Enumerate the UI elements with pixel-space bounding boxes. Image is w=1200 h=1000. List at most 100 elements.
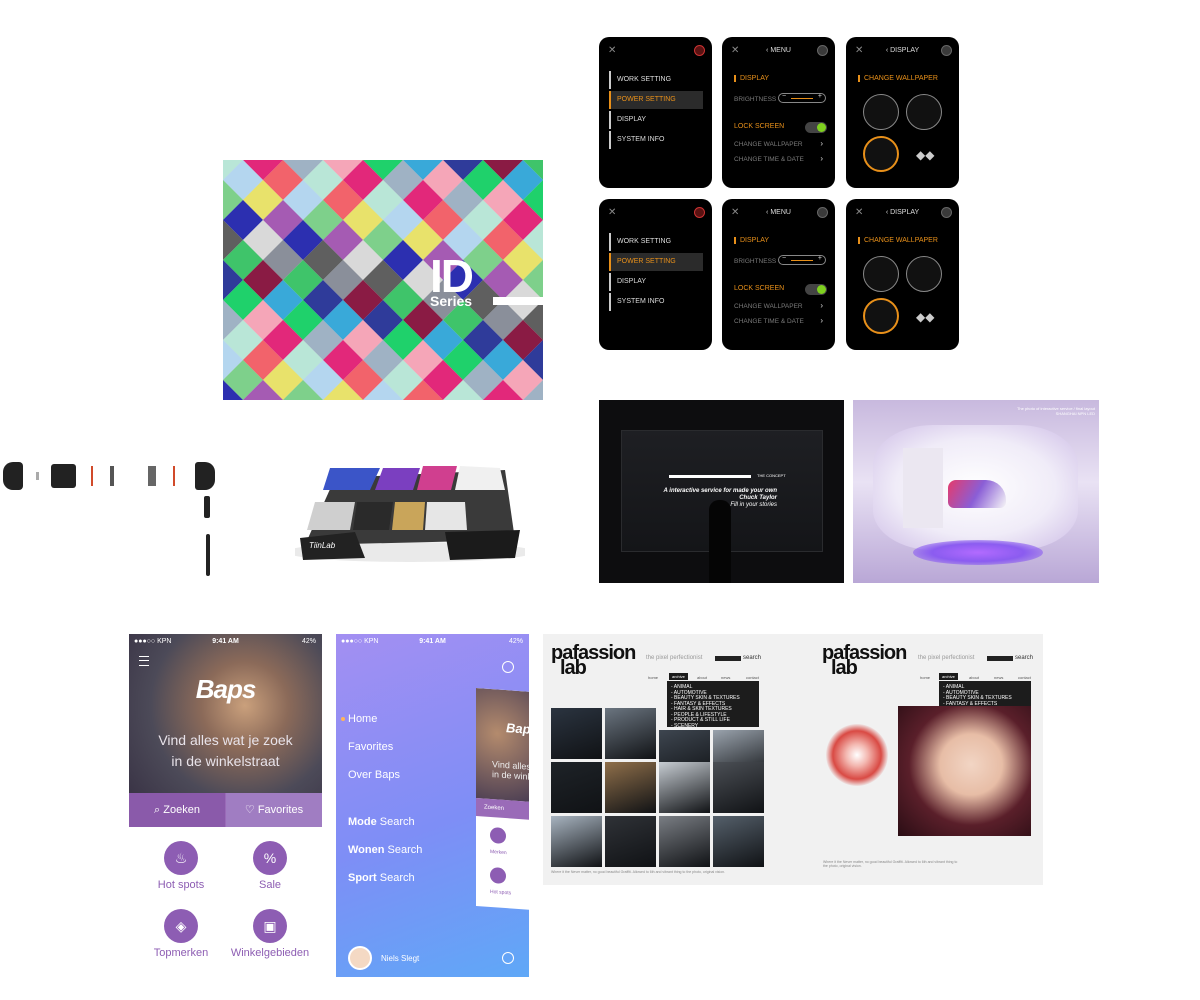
nav-home[interactable]: home [920, 675, 930, 680]
nav-archive[interactable]: archive [939, 673, 958, 680]
ring-part [173, 466, 175, 486]
change-wallpaper-link[interactable]: CHANGE WALLPAPER [734, 141, 803, 148]
nav-about[interactable]: about [969, 675, 979, 680]
display-panel [903, 448, 943, 528]
watch-screen-wallpaper-2: ✕ ‹ DISPLAY CHANGE WALLPAPER ◆◆ [846, 199, 959, 350]
change-wallpaper-link[interactable]: CHANGE WALLPAPER [734, 303, 803, 310]
car-thumbnail[interactable] [713, 762, 764, 813]
ring-part [91, 466, 93, 486]
home-screen-peek[interactable]: Bap Vind alles in de winkel Zoeken Merke… [476, 688, 529, 910]
stand-brand: TiinLab [309, 541, 336, 550]
power-icon[interactable] [694, 45, 705, 56]
power-icon[interactable] [694, 207, 705, 218]
power-icon[interactable] [817, 207, 828, 218]
car-thumbnail[interactable] [659, 762, 710, 813]
power-icon[interactable] [941, 207, 952, 218]
car-thumbnail[interactable] [605, 762, 656, 813]
change-time-link[interactable]: CHANGE TIME & DATE [734, 318, 804, 325]
nav-contact[interactable]: contact [746, 675, 759, 680]
car-thumbnail[interactable] [605, 816, 656, 867]
wallpaper-option-3-selected[interactable] [863, 298, 899, 334]
archive-dropdown[interactable]: - ANIMAL - AUTOMOTIVE - BEAUTY SKIN & TE… [667, 681, 759, 728]
lock-screen-toggle[interactable] [805, 122, 827, 133]
car-thumbnail[interactable] [713, 816, 764, 867]
lock-screen-toggle[interactable] [805, 284, 827, 295]
flame-icon[interactable]: ♨ [164, 841, 198, 875]
car-thumbnail[interactable] [551, 708, 602, 759]
menu-wonen-search[interactable]: Wonen Search [348, 844, 422, 856]
wallpaper-option-3-selected[interactable] [863, 136, 899, 172]
menu-item-display[interactable]: DISPLAY [609, 273, 703, 291]
nav-home[interactable]: home [648, 675, 658, 680]
logout-icon[interactable] [502, 952, 514, 964]
pafassion-footer: Where it the Never matter, no good beaut… [551, 870, 726, 874]
tab-favorites[interactable]: ♡ Favorites [226, 793, 322, 827]
power-icon[interactable] [941, 45, 952, 56]
nav-news[interactable]: news [721, 675, 730, 680]
ring-part [110, 466, 114, 486]
menu-item-system-info[interactable]: SYSTEM INFO [609, 293, 703, 311]
concept-line-1: A interactive service for made your own [663, 488, 777, 494]
wallpaper-option-4[interactable]: ◆◆ [916, 148, 934, 162]
nav-news[interactable]: news [994, 675, 1003, 680]
lock-screen-label: LOCK SCREEN [734, 285, 785, 292]
avatar[interactable] [348, 946, 372, 970]
menu-item-work-setting[interactable]: WORK SETTING [609, 71, 703, 89]
baps-logo: Baps [195, 674, 257, 704]
brightness-label: BRIGHTNESS [734, 258, 777, 265]
brightness-label: BRIGHTNESS [734, 96, 777, 103]
peek-label: Merken [490, 848, 507, 857]
nav-archive[interactable]: archive [669, 673, 688, 680]
search-input[interactable] [715, 656, 741, 661]
tile-label-sale[interactable]: Sale [225, 879, 315, 891]
car-thumbnail[interactable] [659, 816, 710, 867]
tile-label-winkelgebieden[interactable]: Winkelgebieden [225, 947, 315, 959]
chevron-right-icon: › [820, 316, 823, 325]
menu-item-system-info[interactable]: SYSTEM INFO [609, 131, 703, 149]
search-input[interactable] [987, 656, 1013, 661]
menu-home[interactable]: Home [348, 713, 377, 725]
tag-icon[interactable]: ◈ [164, 909, 198, 943]
search-button[interactable]: search [743, 655, 761, 661]
tile-label-topmerken[interactable]: Topmerken [136, 947, 226, 959]
peek-icon [490, 826, 506, 845]
car-thumbnail[interactable] [551, 762, 602, 813]
wallpaper-option-4[interactable]: ◆◆ [916, 310, 934, 324]
tab-search[interactable]: ⌕ Zoeken [129, 793, 225, 827]
percent-icon[interactable]: % [253, 841, 287, 875]
tile-label-hot-spots[interactable]: Hot spots [136, 879, 226, 891]
status-bar: ●●●○○ KPN 9:41 AM 42% [134, 638, 316, 645]
nav-contact[interactable]: contact [1018, 675, 1031, 680]
brightness-slider[interactable]: − + [778, 93, 826, 103]
active-indicator [341, 717, 345, 721]
menu-item-work-setting[interactable]: WORK SETTING [609, 233, 703, 251]
nav-about[interactable]: about [697, 675, 707, 680]
shopping-bag-icon[interactable]: ▣ [253, 909, 287, 943]
menu-item-display[interactable]: DISPLAY [609, 111, 703, 129]
hamburger-menu-icon[interactable] [139, 656, 149, 666]
wallpaper-option-2[interactable] [906, 94, 942, 130]
car-thumbnail[interactable] [605, 708, 656, 759]
gear-icon[interactable] [502, 661, 514, 673]
wallpaper-option-1[interactable] [863, 94, 899, 130]
power-icon[interactable] [817, 45, 828, 56]
menu-over-baps[interactable]: Over Baps [348, 769, 400, 781]
wallpaper-option-1[interactable] [863, 256, 899, 292]
menu-sport-search[interactable]: Sport Search [348, 872, 415, 884]
concept-photo: THE CONCEPT A interactive service for ma… [599, 400, 844, 583]
menu-item-power-setting[interactable]: POWER SETTING [609, 253, 703, 271]
pafassion-logo: pafassion lab [822, 642, 907, 679]
close-icon[interactable]: ✕ [608, 45, 616, 56]
search-button[interactable]: search [1015, 655, 1033, 661]
wallpaper-option-2[interactable] [906, 256, 942, 292]
user-name[interactable]: Niels Slegt [381, 954, 419, 963]
brightness-slider[interactable]: − + [778, 255, 826, 265]
flower-artwork [826, 724, 888, 786]
menu-mode-search[interactable]: Mode Search [348, 816, 415, 828]
change-time-link[interactable]: CHANGE TIME & DATE [734, 156, 804, 163]
close-icon[interactable]: ✕ [608, 207, 616, 218]
heart-icon: ♡ [244, 804, 258, 816]
menu-favorites[interactable]: Favorites [348, 741, 393, 753]
menu-item-power-setting[interactable]: POWER SETTING [609, 91, 703, 109]
car-thumbnail[interactable] [551, 816, 602, 867]
